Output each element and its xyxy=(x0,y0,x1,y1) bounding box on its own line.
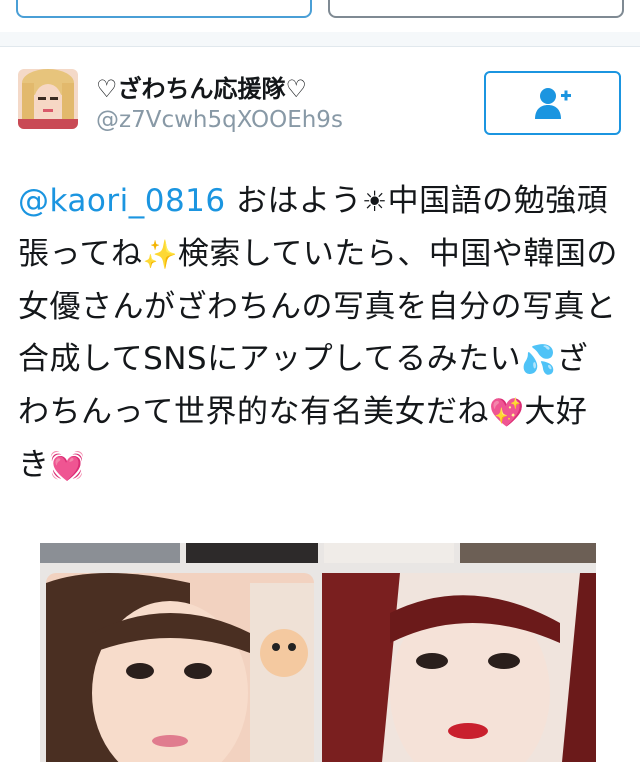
display-name[interactable]: ♡ざわちん応援隊♡ xyxy=(96,69,307,104)
follow-button[interactable] xyxy=(484,71,621,135)
add-user-icon xyxy=(534,88,571,119)
tweet-photo[interactable] xyxy=(40,543,596,762)
top-left-button[interactable] xyxy=(16,0,312,18)
tweet-card: ♡ざわちん応援隊♡ @z7Vcwh5qXOOEh9s @kaori_0816 お… xyxy=(0,46,640,762)
tweet-text-part-1: おはよう xyxy=(225,183,362,219)
profile-photo xyxy=(18,69,78,129)
tweet-text: @kaori_0816 おはよう☀中国語の勉強頑張ってね✨検索していたら、中国や… xyxy=(18,175,618,492)
sparkles-emoji-icon: ✨ xyxy=(142,238,178,271)
user-handle[interactable]: @z7Vcwh5qXOOEh9s xyxy=(96,107,343,133)
top-action-bar xyxy=(0,0,640,32)
avatar[interactable] xyxy=(18,69,78,129)
beating-heart-emoji-icon: 💓 xyxy=(49,449,85,482)
top-right-button[interactable] xyxy=(328,0,624,18)
tweet-photo-collage xyxy=(40,543,596,762)
sun-emoji-icon: ☀ xyxy=(361,185,388,218)
mention-link[interactable]: @kaori_0816 xyxy=(18,183,226,219)
sweat-drops-emoji-icon: 💦 xyxy=(521,343,557,376)
sparkling-heart-emoji-icon: 💖 xyxy=(488,396,525,429)
